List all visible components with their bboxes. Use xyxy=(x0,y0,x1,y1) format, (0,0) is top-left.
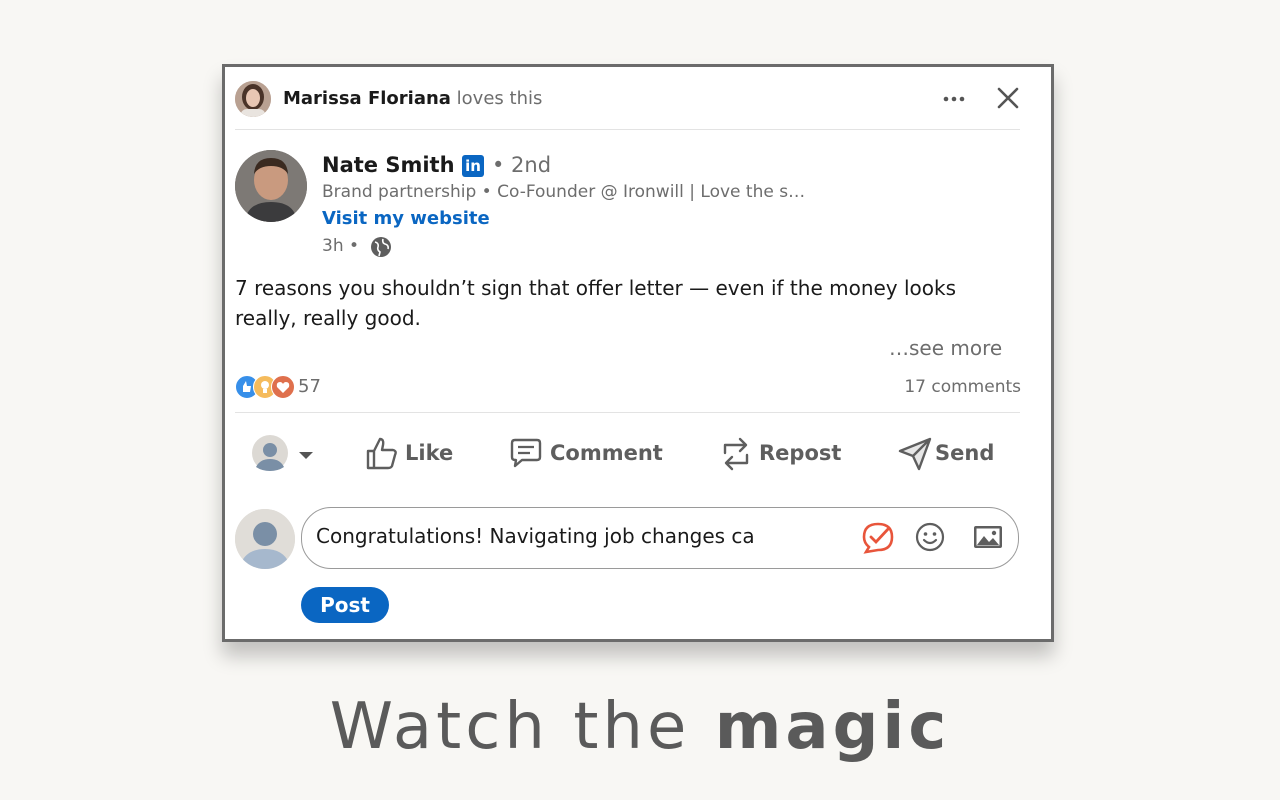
comment-input[interactable]: Congratulations! Navigating job changes … xyxy=(316,524,786,548)
activity-action: loves this xyxy=(456,88,543,109)
reaction-count: 57 xyxy=(298,376,321,397)
like-button[interactable]: Like xyxy=(365,435,465,475)
comment-input-box[interactable]: Congratulations! Navigating job changes … xyxy=(301,507,1019,569)
connection-degree: • 2nd xyxy=(492,153,552,177)
close-icon[interactable] xyxy=(995,85,1021,111)
divider xyxy=(235,412,1020,413)
globe-icon xyxy=(370,236,392,258)
grammar-check-icon[interactable] xyxy=(860,521,896,559)
post-text: 7 reasons you shouldn’t sign that offer … xyxy=(235,276,957,330)
actor-avatar[interactable] xyxy=(235,81,271,117)
tagline-bold: magic xyxy=(714,690,951,764)
emoji-icon[interactable] xyxy=(914,521,946,557)
tagline-normal: Watch the xyxy=(329,690,715,764)
comment-button[interactable]: Comment xyxy=(508,435,668,475)
author-name[interactable]: Nate Smith xyxy=(322,153,455,177)
send-icon xyxy=(898,437,932,471)
love-reaction-icon xyxy=(271,375,295,399)
see-more-link[interactable]: …see more xyxy=(889,336,1002,360)
actor-name[interactable]: Marissa Floriana xyxy=(283,88,451,109)
react-as-selector[interactable] xyxy=(252,435,316,475)
profile-switch-icon xyxy=(252,435,313,471)
send-label: Send xyxy=(935,441,995,465)
repost-label: Repost xyxy=(759,441,842,465)
repost-icon xyxy=(723,437,749,471)
linkedin-icon: in xyxy=(462,155,484,177)
image-icon[interactable] xyxy=(972,521,1004,557)
activity-header: Marissa Floriana loves this xyxy=(235,81,1020,130)
repost-button[interactable]: Repost xyxy=(719,435,849,475)
post-button[interactable]: Post xyxy=(301,587,389,623)
send-button[interactable]: Send xyxy=(897,435,1007,475)
comment-icon xyxy=(510,438,542,468)
author-headline: Brand partnership • Co-Founder @ Ironwil… xyxy=(322,182,806,202)
like-label: Like xyxy=(405,441,454,465)
comment-label: Comment xyxy=(550,441,663,465)
visit-website-link[interactable]: Visit my website xyxy=(322,208,490,229)
comments-count[interactable]: 17 comments xyxy=(904,377,1021,397)
post-card: Marissa Floriana loves this Nate Smith i… xyxy=(222,64,1054,642)
author-avatar[interactable] xyxy=(235,150,307,222)
post-time: 3h • xyxy=(322,236,360,256)
commenter-avatar xyxy=(235,509,295,569)
thumbs-up-icon xyxy=(366,437,397,470)
more-options-icon[interactable] xyxy=(942,89,966,109)
activity-text: Marissa Floriana loves this xyxy=(283,88,542,109)
tagline: Watch the magic xyxy=(0,690,1280,764)
